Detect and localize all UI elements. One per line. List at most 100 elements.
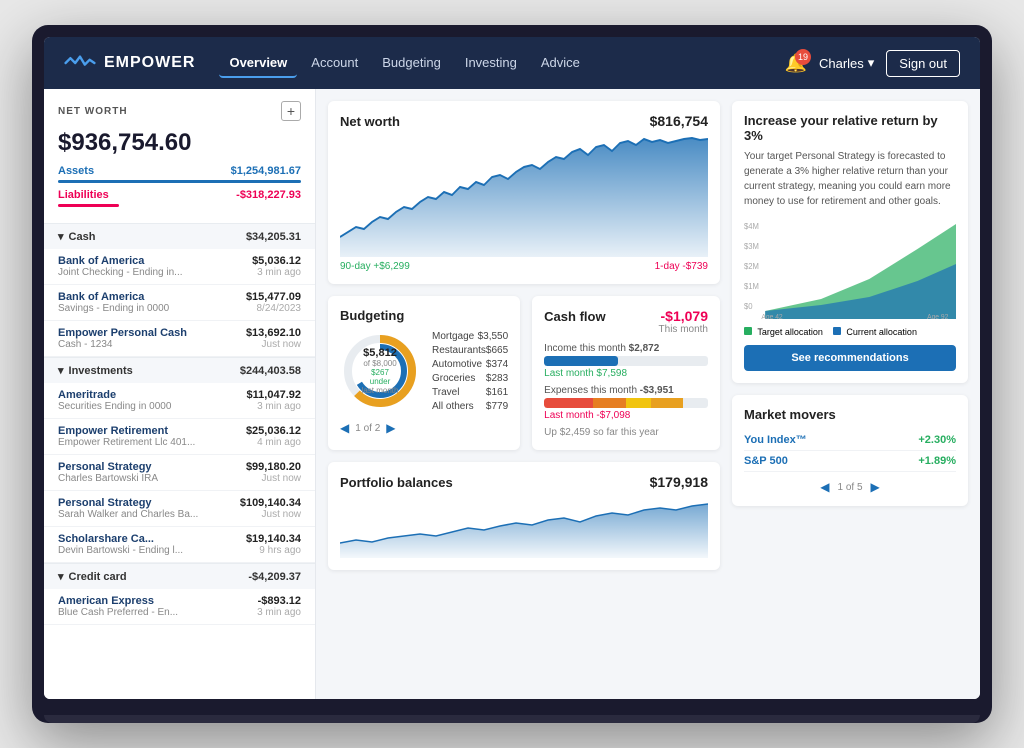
account-item[interactable]: Ameritrade $11,047.92 Securities Ending …	[44, 383, 315, 419]
account-item[interactable]: American Express -$893.12 Blue Cash Pref…	[44, 589, 315, 625]
add-account-button[interactable]: +	[281, 101, 301, 121]
mover-row[interactable]: S&P 500 +1.89%	[744, 451, 956, 472]
chevron-down-icon: ▾	[868, 55, 875, 71]
budget-item-label: Restaurants	[432, 345, 486, 356]
account-value: $19,140.34	[246, 533, 301, 545]
account-item[interactable]: Bank of America $15,477.09 Savings - End…	[44, 285, 315, 321]
account-item[interactable]: Bank of America $5,036.12 Joint Checking…	[44, 249, 315, 285]
networth-chart-footer: 90-day +$6,299 1-day -$739	[340, 261, 708, 272]
account-top: Empower Personal Cash $13,692.10	[58, 327, 301, 339]
forecast-chart: $4M $3M $2M $1M $0	[744, 219, 956, 319]
donut-amount: $5,812	[360, 347, 400, 359]
account-top: Bank of America $5,036.12	[58, 255, 301, 267]
username: Charles	[819, 56, 864, 71]
budget-header: Budgeting	[340, 308, 508, 323]
expense-segment-2	[593, 398, 626, 408]
cashflow-card: Cash flow -$1,079 This month Income this…	[532, 296, 720, 450]
signout-button[interactable]: Sign out	[886, 50, 960, 77]
mover-change: +2.30%	[918, 434, 956, 446]
account-name: Empower Personal Cash	[58, 327, 187, 339]
movers-title: Market movers	[744, 407, 836, 422]
account-name: Personal Strategy	[58, 461, 152, 473]
account-top: Bank of America $15,477.09	[58, 291, 301, 303]
user-menu[interactable]: Charles ▾	[819, 55, 874, 71]
account-item[interactable]: Personal Strategy $99,180.20 Charles Bar…	[44, 455, 315, 491]
section-investments[interactable]: ▾ Investments $244,403.58	[44, 357, 315, 383]
account-name: Bank of America	[58, 255, 144, 267]
mover-row[interactable]: You Index™ +2.30%	[744, 430, 956, 451]
account-value: $99,180.20	[246, 461, 301, 473]
center-column: Net worth $816,754	[316, 89, 732, 582]
see-recommendations-button[interactable]: See recommendations	[744, 345, 956, 371]
account-item[interactable]: Personal Strategy $109,140.34 Sarah Walk…	[44, 491, 315, 527]
account-top: Empower Retirement $25,036.12	[58, 425, 301, 437]
nav-investing[interactable]: Investing	[455, 49, 527, 78]
portfolio-header: Portfolio balances $179,918	[340, 474, 708, 490]
liabilities-value: -$318,227.93	[236, 189, 301, 201]
content-area: Net worth $816,754	[316, 89, 980, 699]
chevron-icon: ▾	[58, 570, 64, 583]
account-item[interactable]: Empower Retirement $25,036.12 Empower Re…	[44, 419, 315, 455]
svg-text:$4M: $4M	[744, 222, 759, 231]
app-logo: EMPOWER	[64, 53, 195, 73]
account-desc: Devin Bartowski - Ending l...	[58, 545, 183, 556]
portfolio-chart	[340, 498, 708, 558]
section-total: $34,205.31	[246, 231, 301, 243]
movers-next-icon[interactable]: ▶	[871, 480, 880, 494]
nav-overview[interactable]: Overview	[219, 49, 297, 78]
cashflow-footer: Up $2,459 so far this year	[544, 427, 708, 438]
prev-page-icon[interactable]: ◀	[340, 421, 349, 435]
notification-bell[interactable]: 🔔 19	[785, 53, 807, 74]
networth-card: Net worth $816,754	[328, 101, 720, 284]
budget-items: Mortgage$3,550Restaurants$665Automotive$…	[432, 331, 508, 415]
portfolio-card: Portfolio balances $179,918	[328, 462, 720, 570]
next-page-icon[interactable]: ▶	[386, 421, 395, 435]
svg-text:$0: $0	[744, 302, 753, 311]
movers-pagination: ◀ 1 of 5 ▶	[744, 480, 956, 494]
assets-row: Assets $1,254,981.67	[58, 165, 301, 177]
budget-row: Groceries$283	[432, 373, 508, 384]
account-sub: Securities Ending in 0000 3 min ago	[58, 401, 301, 412]
budget-row: All others$779	[432, 401, 508, 412]
budget-item-value: $374	[486, 359, 508, 370]
account-name: Bank of America	[58, 291, 144, 303]
movers-prev-icon[interactable]: ◀	[820, 480, 829, 494]
account-desc: Joint Checking - Ending in...	[58, 267, 183, 278]
notification-count: 19	[795, 49, 811, 65]
svg-text:Age 92: Age 92	[927, 314, 949, 319]
nav-budgeting[interactable]: Budgeting	[372, 49, 451, 78]
portfolio-title: Portfolio balances	[340, 475, 453, 490]
donut-of: of $8,000	[360, 359, 400, 368]
navbar: EMPOWER Overview Account Budgeting Inves…	[44, 37, 980, 89]
cashflow-header: Cash flow -$1,079 This month	[544, 308, 708, 335]
budget-row: Restaurants$665	[432, 345, 508, 356]
nav-advice[interactable]: Advice	[531, 49, 590, 78]
account-value: $13,692.10	[246, 327, 301, 339]
svg-text:Age 42: Age 42	[761, 314, 783, 319]
budget-donut-area: $5,812 of $8,000 $267 under last month M…	[340, 331, 508, 415]
rec-title: Increase your relative return by 3%	[744, 113, 956, 143]
section-credit-card[interactable]: ▾ Credit card -$4,209.37	[44, 563, 315, 589]
account-desc: Empower Retirement Llc 401...	[58, 437, 195, 448]
income-row: Income this month $2,872 Last month $7,5…	[544, 343, 708, 379]
budget-item-value: $161	[486, 387, 508, 398]
cashflow-subtitle: This month	[659, 324, 708, 335]
account-time: 3 min ago	[257, 607, 301, 618]
account-desc: Sarah Walker and Charles Ba...	[58, 509, 198, 520]
networth-value: $816,754	[650, 113, 708, 129]
mover-change: +1.89%	[918, 455, 956, 467]
section-title: ▾ Investments	[58, 364, 133, 377]
account-top: Personal Strategy $109,140.34	[58, 497, 301, 509]
budget-item-label: Groceries	[432, 373, 475, 384]
cashflow-value: -$1,079	[659, 308, 708, 324]
account-value: $109,140.34	[240, 497, 301, 509]
mover-name: You Index™	[744, 434, 807, 446]
liabilities-row: Liabilities -$318,227.93	[58, 189, 301, 201]
nav-account[interactable]: Account	[301, 49, 368, 78]
net-worth-value: $936,754.60	[44, 125, 315, 165]
account-name: Personal Strategy	[58, 497, 152, 509]
budget-card: Budgeting	[328, 296, 520, 450]
section-cash[interactable]: ▾ Cash $34,205.31	[44, 223, 315, 249]
account-item[interactable]: Scholarshare Ca... $19,140.34 Devin Bart…	[44, 527, 315, 563]
account-item[interactable]: Empower Personal Cash $13,692.10 Cash - …	[44, 321, 315, 357]
